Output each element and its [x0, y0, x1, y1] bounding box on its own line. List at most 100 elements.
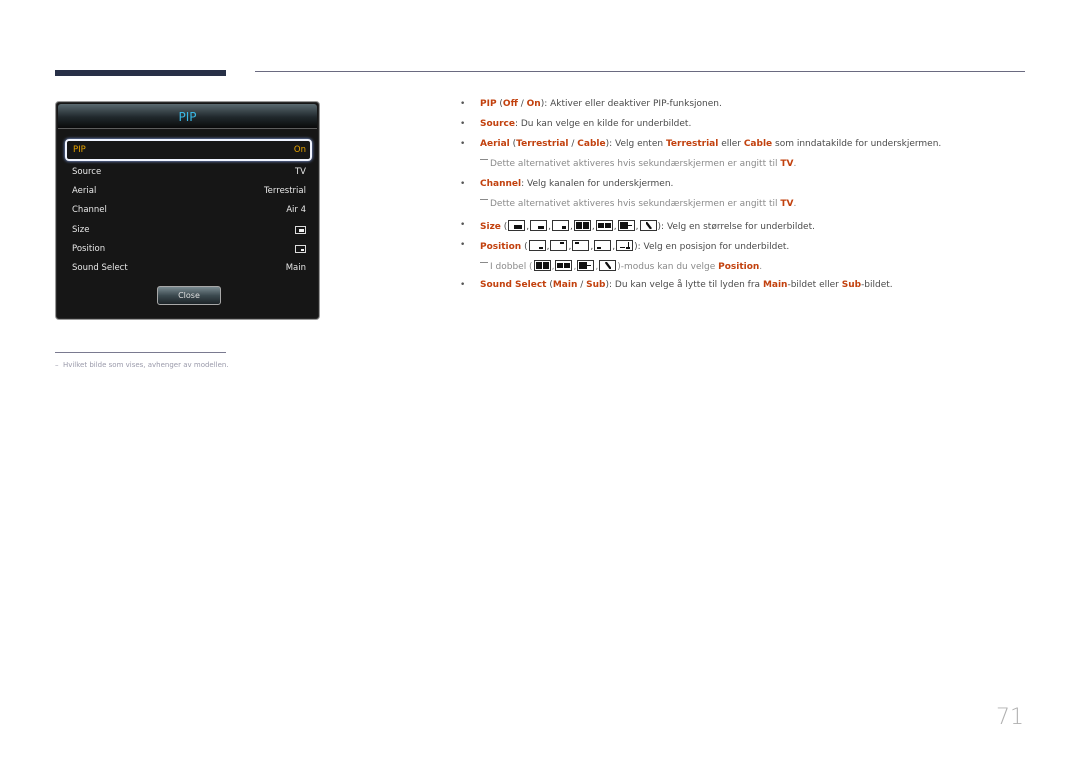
osd-row-label: Source [72, 166, 102, 177]
size-small-icon [552, 220, 570, 231]
osd-row-label: Channel [72, 205, 107, 216]
osd-row-value: TV [294, 166, 306, 177]
bullet: • [460, 280, 466, 290]
text: ): Aktiver eller deaktiver PIP-funksjone… [540, 99, 722, 109]
text: . [793, 199, 797, 209]
size-medium-icon [530, 220, 548, 231]
term: Terrestrial [516, 139, 569, 149]
term: Position [480, 242, 522, 252]
footnote: – Hvilket bilde som vises, avhenger av m… [55, 361, 229, 369]
text: I dobbel ( [490, 262, 533, 272]
text: ): Velg enten [605, 139, 666, 149]
header-bar [55, 70, 226, 76]
osd-row-value: On [293, 145, 306, 155]
footnote-rule [55, 352, 226, 353]
term: Position [718, 262, 760, 272]
osd-row-pip[interactable]: PIP On [65, 139, 312, 161]
position-bottom-right-icon [295, 244, 306, 253]
text: / [568, 139, 578, 149]
osd-row-label: Position [72, 243, 106, 254]
osd-row-source[interactable]: Source TV [65, 162, 312, 181]
bullet: • [460, 179, 466, 189]
dual-main-sub-icon [617, 220, 635, 231]
term: Channel [480, 179, 522, 189]
position-top-left-icon [572, 240, 590, 251]
term: Off [502, 99, 518, 109]
osd-row-value: Terrestrial [263, 185, 306, 196]
position-bottom-right-icon [528, 240, 546, 251]
term: Sub [841, 280, 862, 290]
bullet: • [460, 139, 466, 149]
osd-row-label: PIP [73, 145, 86, 155]
term: Sound Select [480, 280, 547, 290]
text: : Velg kanalen for underskjermen. [521, 179, 674, 189]
term: Size [480, 222, 501, 232]
text: / [517, 99, 527, 109]
text: ): Velg en størrelse for underbildet. [657, 222, 815, 232]
term: Cable [743, 139, 773, 149]
dual-split-small-icon [595, 220, 613, 231]
dual-split-small-icon [555, 260, 573, 271]
text: Dette alternativet aktiveres hvis sekund… [490, 159, 781, 169]
pip-osd-panel: PIP PIP On Source TV Aerial Terrestrial … [55, 101, 320, 320]
bullet: • [460, 220, 466, 230]
text: -bildet. [861, 280, 893, 290]
osd-title: PIP [58, 104, 317, 129]
osd-row-aerial[interactable]: Aerial Terrestrial [65, 181, 312, 200]
term: TV [780, 159, 794, 169]
size-small-icon [295, 225, 306, 234]
term: Source [480, 119, 515, 129]
osd-row-value: Main [285, 263, 306, 274]
text: ): Du kan velge å lytte til lyden fra [605, 280, 763, 290]
text: som inndatakilde for underskjermen. [772, 139, 942, 149]
osd-row-size[interactable]: Size [65, 220, 312, 239]
osd-row-sound-select[interactable]: Sound Select Main [65, 258, 312, 277]
osd-row-label: Size [72, 224, 90, 235]
term: Main [762, 280, 788, 290]
header-rule [255, 71, 1025, 72]
osd-row-label: Sound Select [72, 263, 128, 274]
note-dash-icon [480, 199, 488, 200]
term: PIP [480, 99, 497, 109]
text: ( [500, 222, 508, 232]
dual-split-icon [533, 260, 551, 271]
text: eller [718, 139, 744, 149]
osd-row-value: Air 4 [286, 205, 306, 216]
term: Main [552, 280, 578, 290]
dual-diagonal-icon [639, 220, 657, 231]
osd-menu: PIP On Source TV Aerial Terrestrial Chan… [65, 139, 312, 278]
bullet: • [460, 240, 466, 250]
term: Aerial [480, 139, 510, 149]
note-dash-icon [480, 262, 488, 263]
text: -bildet eller [787, 280, 842, 290]
text: ): Velg en posisjon for underbildet. [634, 242, 790, 252]
bullet: • [460, 119, 466, 129]
close-button[interactable]: Close [157, 286, 221, 305]
note-dash-icon [480, 159, 488, 160]
footnote-text: Hvilket bilde som vises, avhenger av mod… [62, 361, 229, 369]
position-bottom-left-icon [594, 240, 612, 251]
dual-split-icon [573, 220, 591, 231]
position-top-right-icon [550, 240, 568, 251]
term: TV [780, 199, 794, 209]
osd-row-position[interactable]: Position [65, 239, 312, 258]
term: Sub [586, 280, 606, 290]
text: )-modus kan du velge [617, 262, 719, 272]
page-number: 71 [996, 705, 1024, 730]
text: / [577, 280, 587, 290]
osd-row-channel[interactable]: Channel Air 4 [65, 201, 312, 220]
dual-diagonal-icon [599, 260, 617, 271]
term: On [526, 99, 541, 109]
bullet: • [460, 99, 466, 109]
text: ( [521, 242, 528, 252]
term: Cable [577, 139, 606, 149]
text: . [793, 159, 797, 169]
dual-main-sub-icon [577, 260, 595, 271]
text: . [759, 262, 763, 272]
term: Terrestrial [665, 139, 719, 149]
text: Dette alternativet aktiveres hvis sekund… [490, 199, 781, 209]
text: : Du kan velge en kilde for underbildet. [514, 119, 692, 129]
size-large-icon [508, 220, 526, 231]
osd-row-label: Aerial [72, 185, 97, 196]
position-move-icon [616, 240, 634, 251]
